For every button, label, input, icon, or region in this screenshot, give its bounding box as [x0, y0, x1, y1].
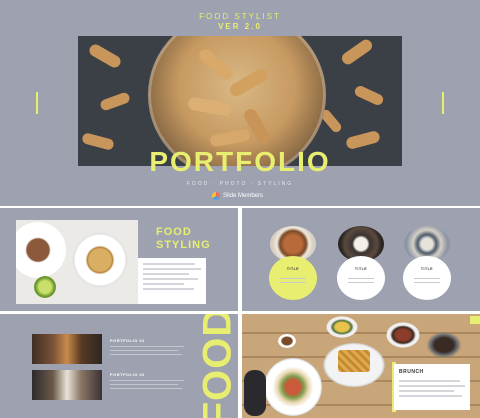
vertical-food-word: FOOD	[195, 314, 238, 418]
brunch-title: BRUNCH	[399, 369, 424, 375]
waffle-image	[338, 350, 370, 372]
food-styling-title-line2: STYLING	[156, 239, 211, 251]
coffee-table-photo	[16, 220, 138, 304]
portfolio-thumb-1	[32, 334, 102, 364]
circle-label-1: TITLE	[286, 267, 300, 271]
food-styling-text-box	[138, 258, 206, 304]
slide-portfolio-list[interactable]: PORTFOLIO 01 PORTFOLIO 02 FOOD	[0, 314, 238, 418]
portfolio-thumb-2	[32, 370, 102, 400]
hero-tagline: FOOD · PHOTO · STYLING	[186, 181, 294, 187]
brunch-plate-1	[264, 358, 322, 416]
brunch-accent-corner	[470, 316, 480, 324]
circle-label-3: TITLE	[420, 267, 434, 271]
logo-text: Slide Members	[223, 193, 264, 199]
brunch-text-box: BRUNCH	[394, 364, 470, 410]
hero-accent-line-left	[36, 92, 38, 114]
hero-subtitle: FOOD STYLIST	[199, 12, 281, 21]
circle-label-2: TITLE	[354, 267, 368, 271]
lime-image	[34, 276, 56, 298]
portfolio-label-1: PORTFOLIO 01	[110, 338, 145, 343]
slide-brunch[interactable]: BRUNCH	[242, 314, 480, 418]
hero-version: VER 2.0	[218, 22, 262, 31]
coffee-cup-image	[70, 230, 130, 290]
logo-icon	[212, 192, 220, 200]
brunch-sleeve	[244, 370, 266, 416]
brunch-pan	[424, 330, 464, 360]
food-word-text: FOOD	[195, 314, 238, 418]
hero-accent-line-right	[442, 92, 444, 114]
brunch-bowl-2	[386, 322, 420, 348]
food-styling-title-line1: FOOD	[156, 226, 192, 238]
slide-food-styling[interactable]: FOOD STYLING	[0, 208, 238, 311]
slide-members-logo: Slide Members	[212, 192, 263, 200]
hero-title: PORTFOLIO	[149, 146, 331, 177]
portfolio-label-2: PORTFOLIO 02	[110, 372, 145, 377]
brunch-cup	[278, 334, 296, 348]
slide-three-circles[interactable]: TITLE TITLE TITLE	[242, 208, 480, 311]
slide-hero[interactable]: FOOD STYLIST VER 2.0 PORTFOLIO FOOD · PH…	[0, 0, 480, 206]
brunch-bowl-1	[326, 316, 358, 338]
plate-image	[16, 222, 66, 278]
